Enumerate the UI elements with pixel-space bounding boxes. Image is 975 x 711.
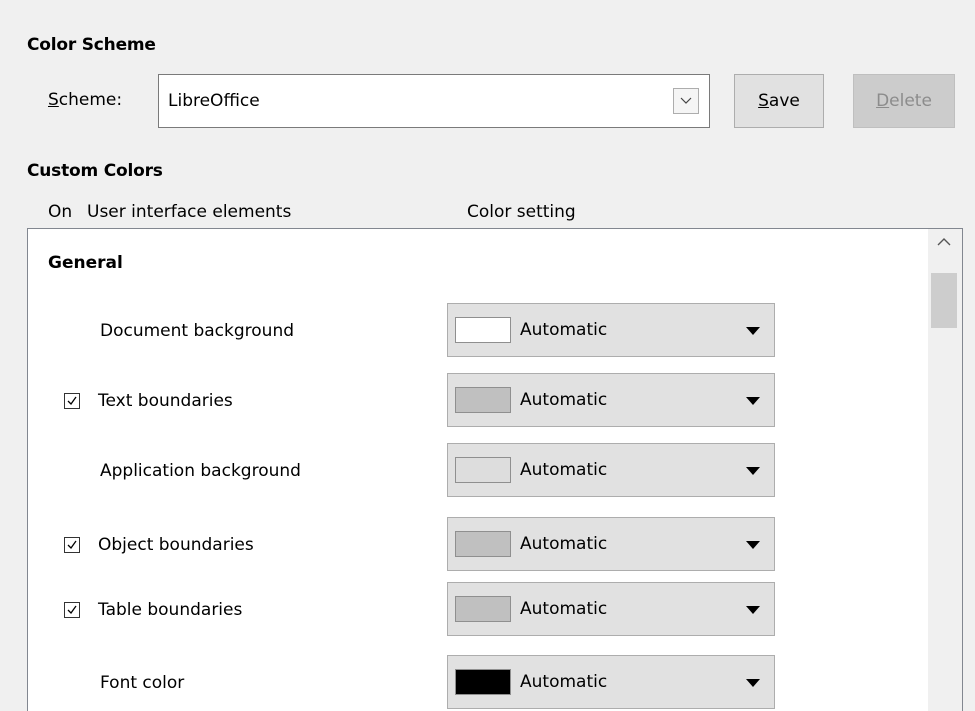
color-dropdown-button[interactable]: Automatic: [447, 517, 775, 571]
color-value: Automatic: [520, 460, 608, 480]
color-options-panel: Color Scheme Scheme: LibreOffice Save De…: [0, 0, 975, 711]
chevron-up-icon[interactable]: [936, 237, 952, 247]
row-label: Application background: [100, 461, 301, 481]
color-swatch: [455, 669, 511, 695]
checkbox-object-boundaries[interactable]: [64, 537, 80, 553]
save-button[interactable]: Save: [734, 74, 824, 128]
caret-down-icon: [746, 397, 760, 405]
row-label: Object boundaries: [98, 535, 254, 555]
group-title-general: General: [48, 253, 123, 273]
column-header-on: On: [48, 202, 73, 222]
row-label: Document background: [100, 321, 295, 341]
scheme-value: LibreOffice: [168, 91, 260, 111]
scheme-label: Scheme:: [48, 90, 122, 110]
color-value: Automatic: [520, 672, 608, 692]
column-header-color-setting: Color setting: [467, 202, 576, 222]
checkbox-text-boundaries[interactable]: [64, 393, 80, 409]
chevron-down-icon: [680, 97, 692, 104]
scrollbar-thumb[interactable]: [931, 273, 957, 328]
checkbox-table-boundaries[interactable]: [64, 602, 80, 618]
row-label: Table boundaries: [98, 600, 243, 620]
color-swatch: [455, 317, 511, 343]
custom-colors-heading: Custom Colors: [27, 161, 163, 181]
caret-down-icon: [746, 467, 760, 475]
checkmark-icon: [67, 540, 77, 550]
color-scheme-heading: Color Scheme: [27, 35, 156, 55]
caret-down-icon: [746, 679, 760, 687]
color-value: Automatic: [520, 599, 608, 619]
caret-down-icon: [746, 541, 760, 549]
checkmark-icon: [67, 396, 77, 406]
column-header-elements: User interface elements: [87, 202, 292, 222]
color-value: Automatic: [520, 534, 608, 554]
vertical-scrollbar[interactable]: [928, 229, 962, 711]
custom-colors-list[interactable]: General Document background Automatic Te…: [27, 228, 963, 711]
color-swatch: [455, 531, 511, 557]
list-item-application-background: Application background Automatic: [28, 443, 918, 503]
caret-down-icon: [746, 327, 760, 335]
color-dropdown-button[interactable]: Automatic: [447, 582, 775, 636]
list-item-font-color: Font color Automatic: [28, 655, 918, 711]
scheme-dropdown-button[interactable]: [673, 88, 699, 114]
list-item-object-boundaries: Object boundaries Automatic: [28, 517, 918, 577]
delete-button[interactable]: Delete: [853, 74, 955, 128]
row-label: Font color: [100, 673, 185, 693]
color-dropdown-button[interactable]: Automatic: [447, 303, 775, 357]
color-dropdown-button[interactable]: Automatic: [447, 373, 775, 427]
color-swatch: [455, 457, 511, 483]
row-label: Text boundaries: [98, 391, 233, 411]
scheme-label-mnemonic: S: [48, 90, 59, 110]
color-swatch: [455, 596, 511, 622]
scheme-combobox[interactable]: LibreOffice: [158, 74, 710, 128]
list-item-table-boundaries: Table boundaries Automatic: [28, 582, 918, 642]
color-swatch: [455, 387, 511, 413]
color-value: Automatic: [520, 320, 608, 340]
list-item-text-boundaries: Text boundaries Automatic: [28, 373, 918, 433]
scheme-label-rest: cheme:: [58, 90, 123, 110]
color-dropdown-button[interactable]: Automatic: [447, 443, 775, 497]
caret-down-icon: [746, 606, 760, 614]
checkmark-icon: [67, 605, 77, 615]
list-item-document-background: Document background Automatic: [28, 303, 918, 363]
color-value: Automatic: [520, 390, 608, 410]
color-dropdown-button[interactable]: Automatic: [447, 655, 775, 709]
